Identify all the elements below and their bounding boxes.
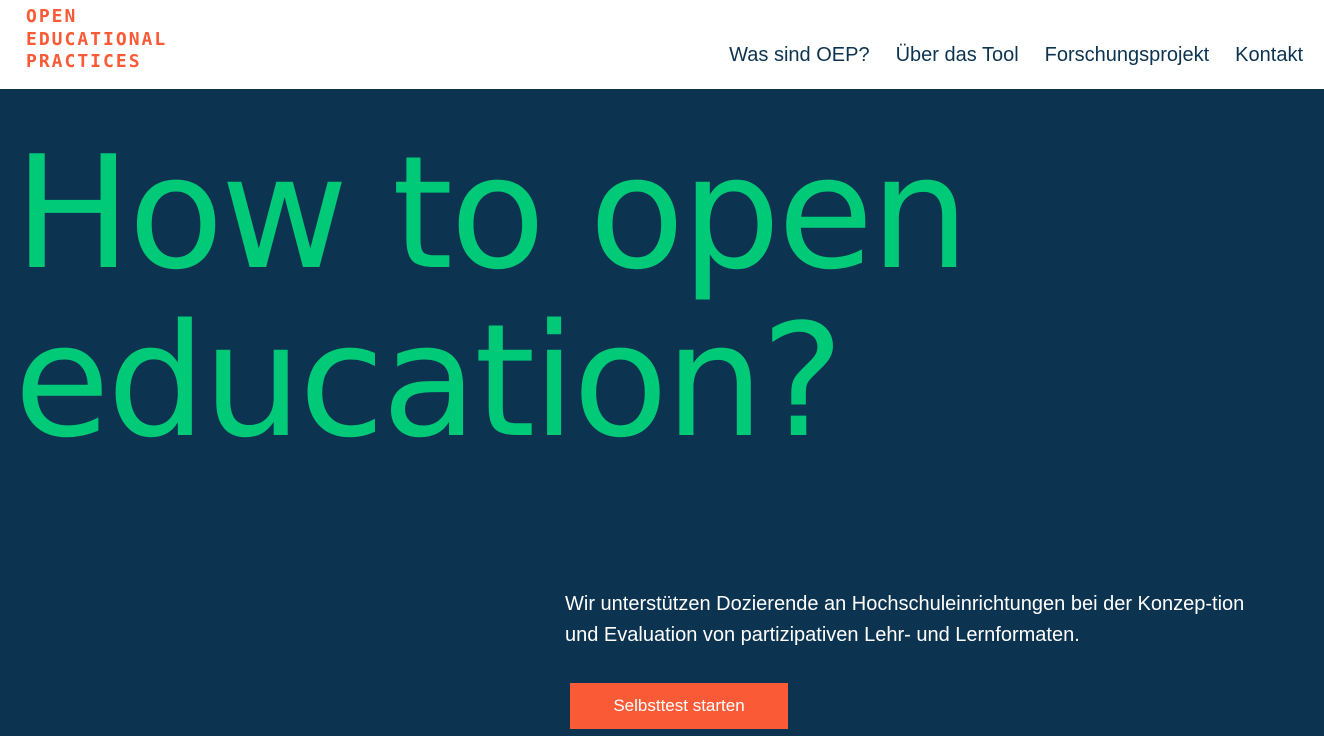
main-nav: Was sind OEP? Über das Tool Forschungspr… (729, 44, 1303, 67)
hero-headline-line-1: How to open (14, 122, 969, 304)
hero-section: How to open education? Wir unterstützen … (0, 89, 1324, 736)
nav-link-kontakt[interactable]: Kontakt (1235, 44, 1303, 67)
logo-line-practices: PRACTICES (26, 51, 142, 72)
hero-headline: How to open education? (14, 122, 969, 472)
hero-intro-text: Wir unterstützen Dozierende an Hochschul… (565, 593, 1245, 646)
nav-link-ueber-das-tool[interactable]: Über das Tool (896, 44, 1019, 67)
logo-line-open: OPEN (26, 6, 78, 27)
nav-link-was-sind-oep[interactable]: Was sind OEP? (729, 44, 869, 67)
nav-link-forschungsprojekt[interactable]: Forschungsprojekt (1045, 44, 1210, 67)
start-selftest-button[interactable]: Selbsttest starten (570, 683, 788, 729)
hero-headline-line-2: education? (14, 290, 844, 472)
logo-line-educational: EDUCATIONAL (26, 28, 168, 50)
site-header: OPEN EDUCATIONAL PRACTICES Was sind OEP?… (0, 0, 1324, 89)
logo-link[interactable]: OPEN EDUCATIONAL PRACTICES (26, 6, 167, 74)
